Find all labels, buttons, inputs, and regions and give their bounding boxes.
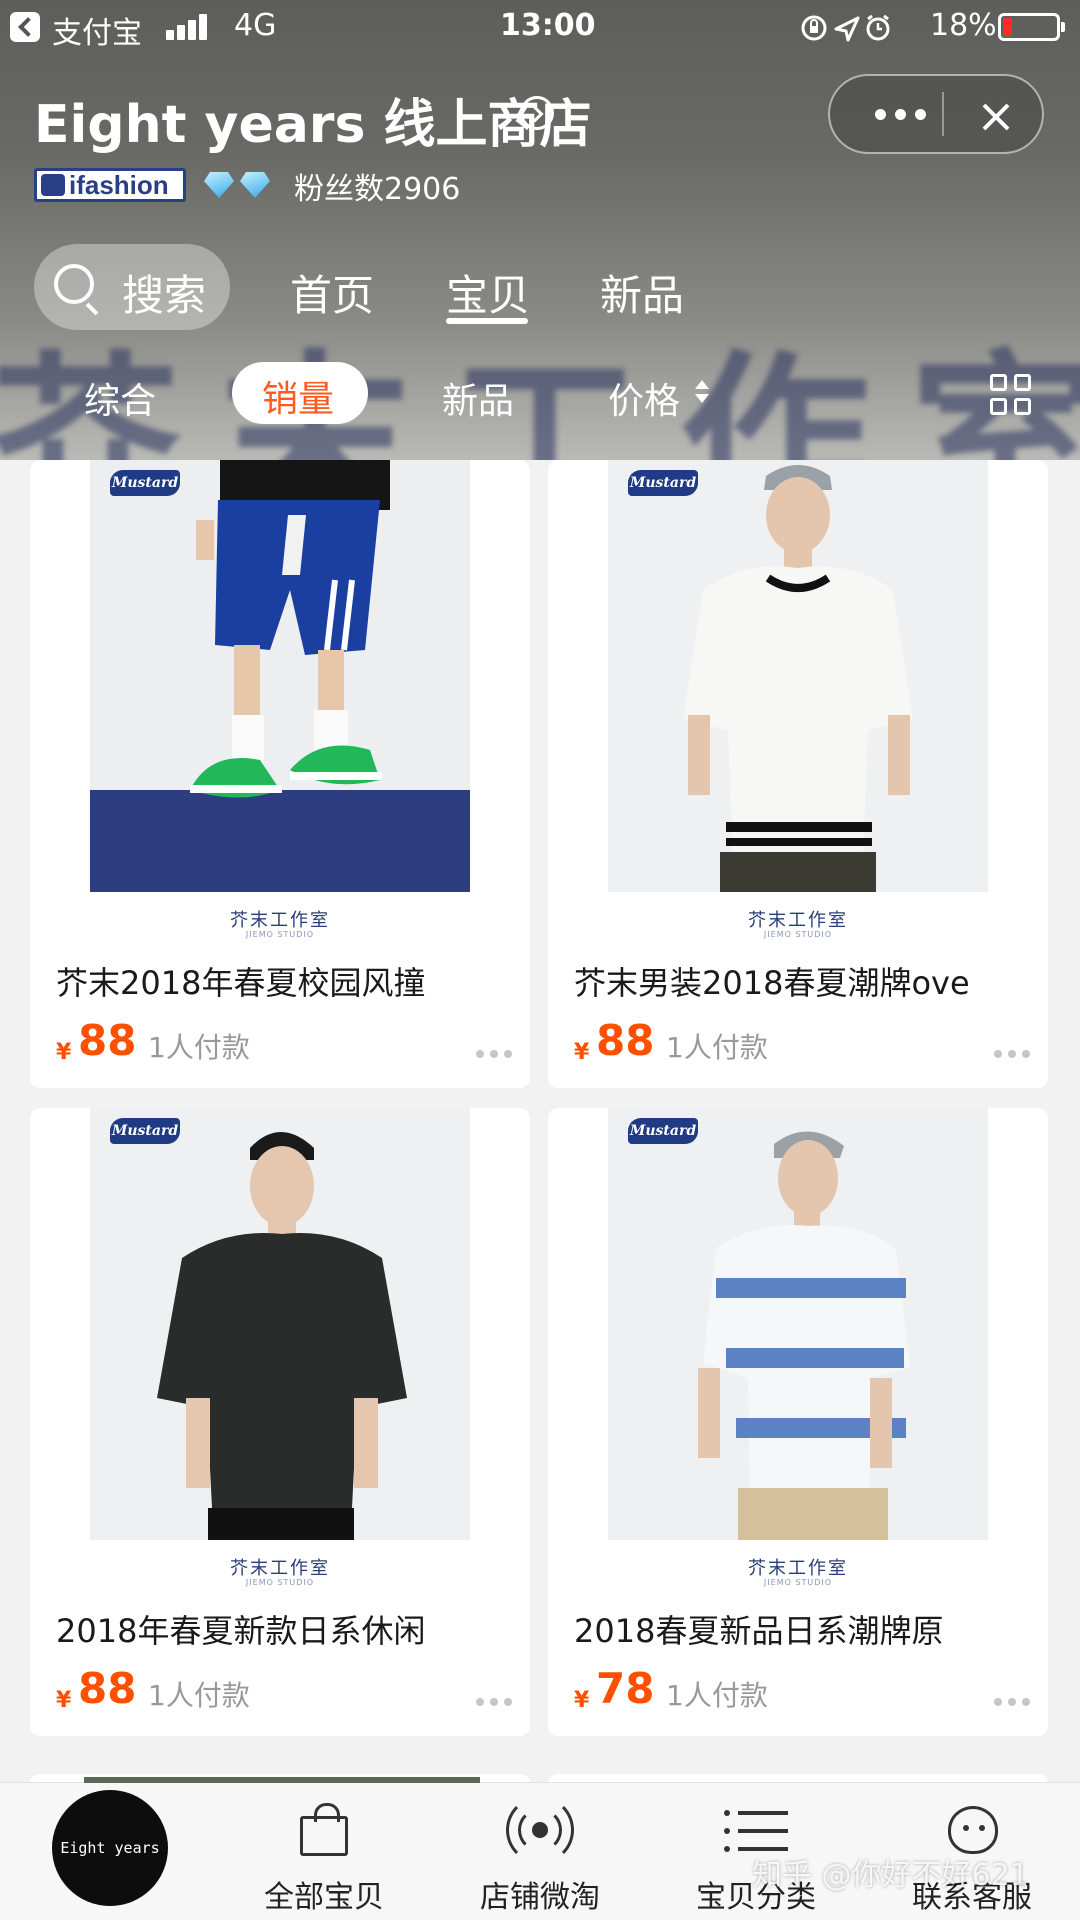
mustard-brand-logo: Mustard: [110, 470, 180, 496]
ifashion-badge-text: ifashion: [69, 169, 169, 200]
tab-all-products[interactable]: 全部宝贝: [244, 1800, 404, 1916]
sales-count: 1人付款: [148, 1031, 250, 1064]
more-dots-icon[interactable]: [476, 1698, 516, 1708]
alarm-icon: [866, 14, 890, 41]
search-label: 搜索: [122, 271, 207, 320]
chevron-right-circle-icon[interactable]: [520, 96, 554, 130]
studio-logo-sub: JIEMO STUDIO: [763, 1578, 833, 1587]
product-price: 88: [78, 1016, 137, 1065]
shop-logo-button[interactable]: Eight years: [52, 1790, 168, 1906]
zhihu-watermark: 知乎 @你好不好621: [752, 1858, 1029, 1893]
sort-price[interactable]: 价格: [608, 372, 680, 424]
product-photo-shorts: [90, 460, 470, 892]
sort-sales[interactable]: 销量: [232, 362, 368, 424]
broadcast-icon: [506, 1796, 574, 1864]
more-options-icon[interactable]: [860, 76, 940, 152]
store-name[interactable]: Eight years 线上商店: [34, 82, 592, 157]
grid-view-icon[interactable]: [990, 374, 1032, 416]
capsule-divider: [942, 92, 944, 136]
product-title[interactable]: 芥末2018年春夏校园风撞: [56, 958, 516, 1004]
studio-logo: 芥末工作室: [748, 910, 848, 931]
tab-label: 店铺微淘: [480, 1880, 600, 1915]
currency-symbol: ¥: [56, 1688, 72, 1713]
mustard-brand-logo: Mustard: [110, 1118, 180, 1144]
studio-logo: 芥末工作室: [230, 910, 330, 931]
sales-count: 1人付款: [148, 1679, 250, 1712]
product-photo-black-tee: [90, 1108, 470, 1540]
studio-logo-sub: JIEMO STUDIO: [245, 930, 315, 939]
ifashion-heart-icon: [41, 174, 65, 196]
product-image: [90, 460, 470, 892]
tab-home[interactable]: 首页: [290, 262, 374, 323]
tabbar-accent-line: [84, 1777, 480, 1783]
more-dots-icon[interactable]: [994, 1050, 1034, 1060]
product-price: 78: [596, 1664, 655, 1713]
product-card[interactable]: Mustard 芥末工作室 JIEMO STUDIO 芥末男装2018春夏潮牌o…: [548, 460, 1048, 1088]
location-arrow-icon: [834, 16, 860, 42]
studio-logo: 芥末工作室: [230, 1558, 330, 1579]
currency-symbol: ¥: [574, 1688, 590, 1713]
sort-sales-label: 销量: [262, 379, 335, 420]
studio-logo-sub: JIEMO STUDIO: [245, 1578, 315, 1587]
sort-comprehensive[interactable]: 综合: [84, 372, 156, 424]
search-icon: [54, 264, 94, 304]
lock-rotation-icon: [801, 15, 827, 41]
back-to-app-icon[interactable]: [10, 12, 40, 42]
battery-icon: [998, 13, 1065, 41]
search-button[interactable]: 搜索: [34, 244, 230, 330]
mustard-brand-logo: Mustard: [628, 1118, 698, 1144]
product-title[interactable]: 2018春夏新品日系潮牌原: [574, 1606, 1034, 1652]
studio-logo-sub: JIEMO STUDIO: [763, 930, 833, 939]
product-image: [608, 460, 988, 892]
network-type: 4G: [234, 8, 277, 43]
store-banner: 芥末工作室: [0, 0, 1080, 460]
currency-symbol: ¥: [574, 1040, 590, 1065]
product-title[interactable]: 2018年春夏新款日系休闲: [56, 1606, 516, 1652]
product-card[interactable]: Mustard 芥末工作室 JIEMO STUDIO 2018年春夏新款日系休闲…: [30, 1108, 530, 1736]
more-dots-icon[interactable]: [994, 1698, 1034, 1708]
tab-label: 全部宝贝: [264, 1880, 384, 1915]
battery-percent: 18%: [930, 8, 997, 43]
diamond-icon: [240, 172, 270, 198]
carrier-label: 支付宝: [52, 16, 142, 51]
mini-program-capsule: [828, 74, 1044, 154]
status-icons: [801, 14, 890, 42]
signal-strength-icon: [166, 14, 210, 40]
product-photo-tiedye-tee: [608, 1108, 988, 1540]
sort-up-down-icon: [694, 380, 710, 406]
product-price: 88: [78, 1664, 137, 1713]
product-card[interactable]: Mustard 芥末工作室 JIEMO STUDIO 芥末2018年春夏校园风撞…: [30, 460, 530, 1088]
ifashion-badge: ifashion: [34, 168, 186, 202]
store-level-diamonds: [204, 170, 278, 202]
studio-logo: 芥末工作室: [748, 1558, 848, 1579]
clock: 13:00: [500, 8, 596, 43]
product-image: [90, 1108, 470, 1540]
sort-new[interactable]: 新品: [442, 372, 514, 424]
battery-level-fill: [1003, 18, 1012, 36]
currency-symbol: ¥: [56, 1040, 72, 1065]
product-photo-white-tee: [608, 460, 988, 892]
product-image: [608, 1108, 988, 1540]
product-card[interactable]: Mustard 芥末工作室 JIEMO STUDIO 2018春夏新品日系潮牌原…: [548, 1108, 1048, 1736]
close-icon[interactable]: [962, 82, 1028, 148]
diamond-icon: [204, 172, 234, 198]
tab-new[interactable]: 新品: [600, 262, 684, 323]
status-bar: 支付宝 4G 13:00 18%: [0, 0, 1080, 54]
active-tab-indicator: [446, 318, 528, 324]
product-title[interactable]: 芥末男装2018春夏潮牌ove: [574, 958, 1034, 1004]
product-price: 88: [596, 1016, 655, 1065]
sales-count: 1人付款: [666, 1679, 768, 1712]
tab-store-feed[interactable]: 店铺微淘: [460, 1796, 620, 1916]
more-dots-icon[interactable]: [476, 1050, 516, 1060]
tab-products[interactable]: 宝贝: [446, 262, 530, 323]
mustard-brand-logo: Mustard: [628, 470, 698, 496]
fans-count: 粉丝数2906: [294, 172, 461, 207]
sales-count: 1人付款: [666, 1031, 768, 1064]
shopping-bag-icon: [294, 1800, 354, 1860]
